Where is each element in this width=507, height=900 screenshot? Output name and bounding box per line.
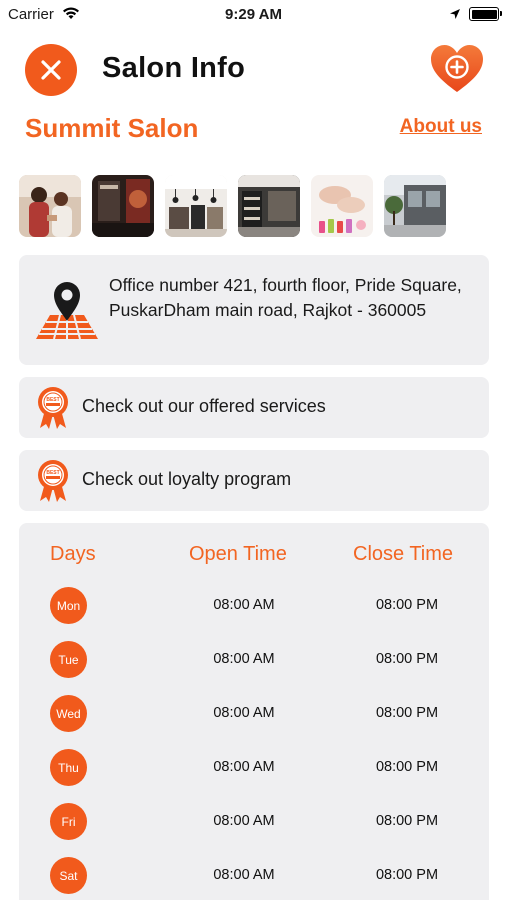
open-time-header: Open Time — [189, 543, 287, 565]
battery-icon — [469, 7, 502, 21]
loyalty-link[interactable]: BEST Check out loyalty program — [19, 450, 489, 511]
services-label: Check out our offered services — [82, 396, 326, 416]
gallery-photo-shelves[interactable] — [238, 175, 300, 237]
photo-gallery — [19, 175, 446, 237]
open-time: 08:00 AM — [213, 867, 275, 883]
address-text: Office number 421, fourth floor, Pride S… — [109, 275, 462, 320]
close-time-header: Close Time — [353, 543, 454, 565]
heart-plus-icon — [431, 45, 483, 92]
open-time: 08:00 AM — [213, 597, 275, 613]
day-badge: Tue — [50, 641, 87, 678]
open-time: 08:00 AM — [213, 705, 275, 721]
close-time: 08:00 PM — [375, 651, 439, 667]
hours-row-fri: Fri 08:00 AM 08:00 PM — [19, 803, 489, 843]
about-us-link[interactable]: About us — [400, 116, 482, 138]
close-time: 08:00 PM — [375, 813, 439, 829]
svg-text:BEST: BEST — [46, 470, 59, 476]
opening-hours-card: Days Open Time Close Time Mon 08:00 AM 0… — [19, 523, 489, 900]
open-time: 08:00 AM — [213, 651, 275, 667]
award-badge-icon: BEST — [38, 460, 68, 502]
clock: 9:29 AM — [225, 6, 282, 23]
close-icon — [41, 60, 61, 80]
address-card[interactable]: Office number 421, fourth floor, Pride S… — [19, 255, 489, 365]
hours-row-wed: Wed 08:00 AM 08:00 PM — [19, 695, 489, 735]
day-badge: Thu — [50, 749, 87, 786]
hours-row-thu: Thu 08:00 AM 08:00 PM — [19, 749, 489, 789]
open-time: 08:00 AM — [213, 813, 275, 829]
gallery-photo-storefront[interactable] — [384, 175, 446, 237]
day-badge: Wed — [50, 695, 87, 732]
close-time: 08:00 PM — [375, 759, 439, 775]
gallery-photo-mirror[interactable] — [92, 175, 154, 237]
day-badge: Fri — [50, 803, 87, 840]
close-time: 08:00 PM — [375, 705, 439, 721]
map-pin-icon — [36, 282, 98, 340]
day-badge: Sat — [50, 857, 87, 894]
days-header: Days — [50, 543, 96, 565]
svg-text:BEST: BEST — [46, 397, 59, 403]
hours-row-tue: Tue 08:00 AM 08:00 PM — [19, 641, 489, 681]
page-title: Salon Info — [102, 52, 246, 84]
award-badge-icon: BEST — [38, 387, 68, 429]
hours-row-mon: Mon 08:00 AM 08:00 PM — [19, 587, 489, 627]
location-arrow-icon — [449, 7, 461, 25]
status-bar: Carrier 9:29 AM — [0, 0, 507, 28]
gallery-photo-interior[interactable] — [165, 175, 227, 237]
gallery-photo-staff[interactable] — [19, 175, 81, 237]
services-link[interactable]: BEST Check out our offered services — [19, 377, 489, 438]
gallery-photo-manicure[interactable] — [311, 175, 373, 237]
open-time: 08:00 AM — [213, 759, 275, 775]
add-favorite-button[interactable] — [429, 42, 485, 96]
close-time: 08:00 PM — [375, 597, 439, 613]
salon-name: Summit Salon — [25, 113, 199, 143]
loyalty-label: Check out loyalty program — [82, 469, 292, 489]
close-time: 08:00 PM — [375, 867, 439, 883]
hours-row-sat: Sat 08:00 AM 08:00 PM — [19, 857, 489, 897]
close-button[interactable] — [25, 44, 77, 96]
day-badge: Mon — [50, 587, 87, 624]
